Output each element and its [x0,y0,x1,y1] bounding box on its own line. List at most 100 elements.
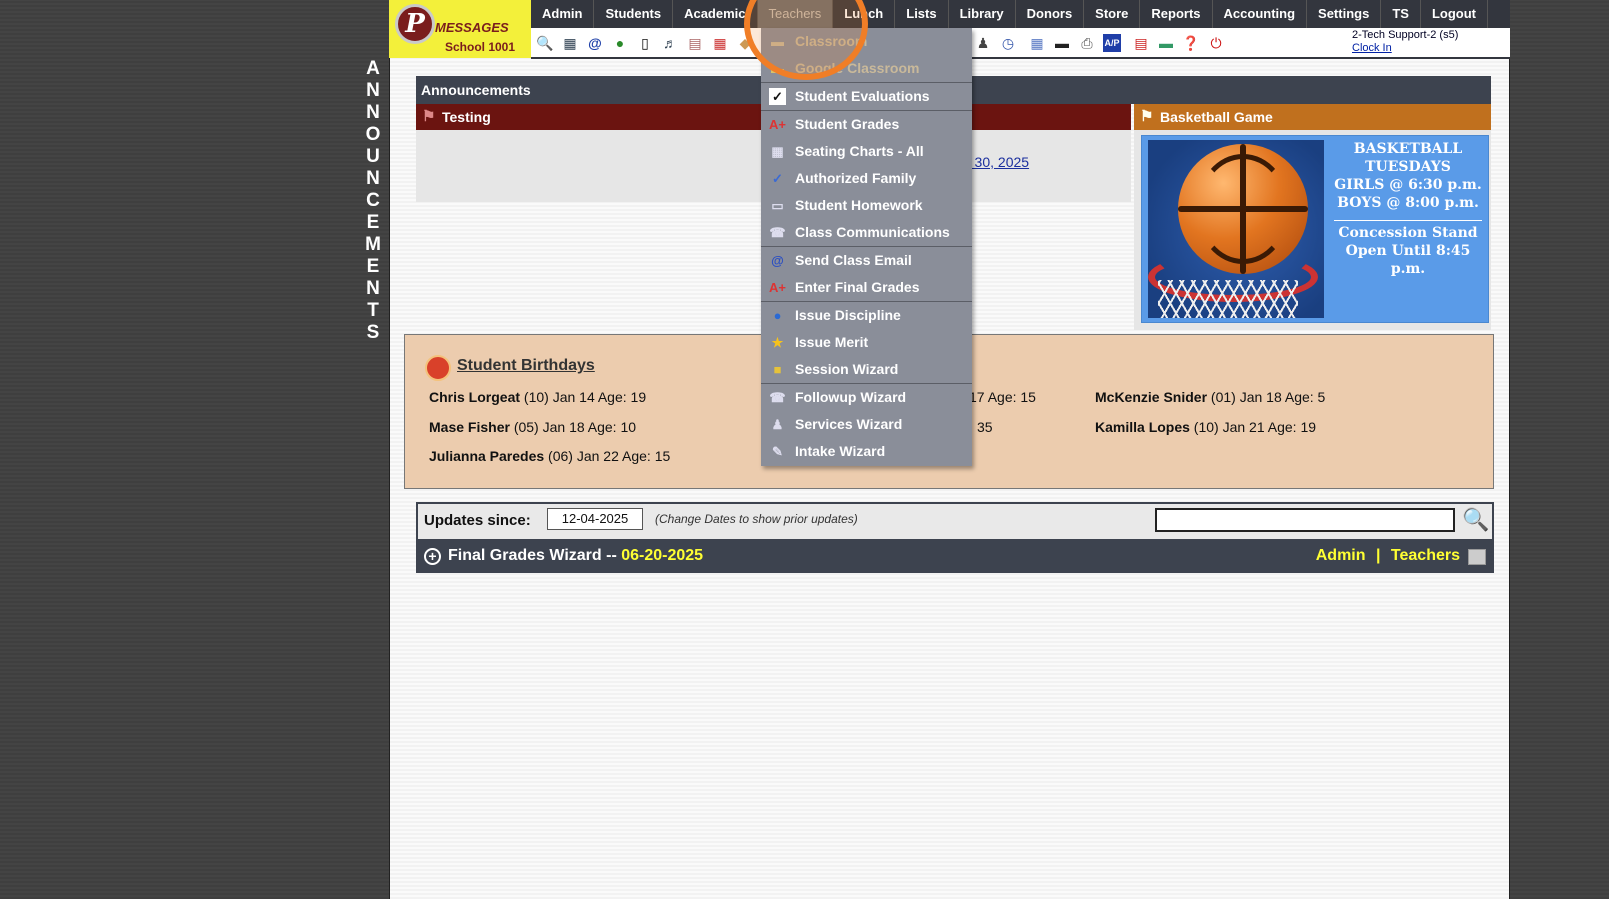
menu-item-class-communications[interactable]: ☎ Class Communications [761,219,972,246]
link-divider: | [1375,547,1381,564]
menu-item-enter-final-grades[interactable]: A+ Enter Final Grades [761,274,972,301]
grade-a-plus-icon: A+ [769,117,786,132]
print-icon[interactable] [1468,549,1486,565]
nav-ts[interactable]: TS [1381,0,1421,28]
expand-plus-icon[interactable]: + [424,548,441,565]
menu-item-session-wizard[interactable]: ■ Session Wizard [761,356,972,383]
vertical-letter: N [366,102,380,123]
menu-item-followup-wizard[interactable]: ☎ Followup Wizard [761,384,972,411]
checkbox-icon: ✓ [769,88,786,105]
menu-item-services-wizard[interactable]: ♟ Services Wizard [761,411,972,438]
birthdays-title[interactable]: Student Birthdays [457,357,595,375]
basketball-poster-text: BASKETBALL TUESDAYS GIRLS @ 6:30 p.m. BO… [1328,140,1488,278]
birthday-entry: 35 [977,419,993,435]
final-grades-title: Final Grades Wizard [448,547,602,564]
clock-in-link[interactable]: Clock In [1352,42,1458,55]
admin-link[interactable]: Admin [1316,547,1366,564]
birthday-entry: 17 Age: 15 [969,389,1036,405]
menu-item-student-evaluations[interactable]: ✓ Student Evaluations [761,83,972,110]
nav-admin[interactable]: Admin [531,0,595,28]
poster-line: Open Until 8:45 p.m. [1345,243,1471,277]
card-icon[interactable]: ▬ [1053,34,1071,52]
vertical-letter: S [366,322,380,343]
nav-logout[interactable]: Logout [1421,0,1488,28]
announcement-date-link[interactable]: r 30, 2025 [966,154,1029,170]
announcement-basketball-header: ⚑ Basketball Game [1134,104,1491,130]
menu-item-student-homework[interactable]: ▭ Student Homework [761,192,972,219]
clock-icon[interactable]: ◷ [999,34,1017,52]
calendar-grid-icon[interactable]: ▦ [561,34,579,52]
nav-donors[interactable]: Donors [1016,0,1085,28]
table-icon[interactable]: ▦ [1028,34,1046,52]
birthday-entry: Mase Fisher (05) Jan 18 Age: 10 [429,419,637,435]
final-grades-date: 06-20-2025 [621,547,704,564]
nav-students[interactable]: Students [594,0,674,28]
pdf-icon[interactable]: ▤ [1132,34,1150,52]
vertical-announcements-label: A N N O U N C E M E N T S [362,58,384,344]
printer-icon[interactable]: ⎙ [1078,34,1096,52]
teachers-dropdown-menu: ▬ Classroom ▬ Google Classroom ✓ Student Ev… [761,28,972,466]
search-icon[interactable]: 🔍 [1462,506,1490,534]
followup-icon: ☎ [769,390,786,405]
app-logo[interactable]: P MESSAGES School 1001 [389,0,531,58]
vertical-letter: N [366,168,380,189]
speaker-icon[interactable]: ♬ [661,34,679,52]
poster-line: BASKETBALL [1353,141,1463,157]
updates-search-input[interactable] [1155,508,1455,532]
help-icon[interactable]: ❓ [1182,34,1200,52]
nav-store[interactable]: Store [1084,0,1141,28]
poster-line: TUESDAYS [1365,159,1451,175]
teachers-link[interactable]: Teachers [1391,547,1460,564]
basketball-poster: BASKETBALL TUESDAYS GIRLS @ 6:30 p.m. BO… [1141,135,1489,323]
separator: -- [601,547,622,564]
birthday-cake-icon [425,355,451,381]
nav-settings[interactable]: Settings [1307,0,1382,28]
mobile-icon[interactable]: ▯ [636,34,654,52]
birthday-entry: Chris Lorgeat (10) Jan 14 Age: 19 [429,389,647,405]
birthday-entry: Kamilla Lopes (10) Jan 21 Age: 19 [1095,419,1317,435]
vertical-letter: E [366,212,380,233]
user-info: 2-Tech Support-2 (s5) Clock In [1352,29,1458,55]
menu-item-intake-wizard[interactable]: ✎ Intake Wizard [761,438,972,465]
ap-icon[interactable]: A/P [1103,34,1121,52]
logo-title: MESSAGES [435,20,509,35]
updates-bar: Updates since: 12-04-2025 (Change Dates … [416,502,1494,539]
menu-item-issue-merit[interactable]: ★ Issue Merit [761,329,972,356]
person-icon[interactable]: ♟ [974,34,992,52]
school-name: School 1001 [445,40,516,54]
date-icon[interactable]: ▦ [711,34,729,52]
menu-item-seating-charts[interactable]: ▦ Seating Charts - All [761,138,972,165]
menu-item-authorized-family[interactable]: ✓ Authorized Family [761,165,972,192]
menu-item-student-grades[interactable]: A+ Student Grades [761,111,972,138]
updates-label: Updates since: [424,512,531,529]
nav-reports[interactable]: Reports [1140,0,1213,28]
final-grades-wizard-bar[interactable]: + Final Grades Wizard -- 06-20-2025 Admi… [416,539,1494,573]
poster-line: Concession Stand [1338,225,1478,241]
nav-lists[interactable]: Lists [895,0,949,28]
announcement-icon: ⚑ [422,108,436,125]
search-icon[interactable]: 🔍 [536,34,554,52]
menu-item-send-class-email[interactable]: @ Send Class Email [761,247,972,274]
user-name: 2-Tech Support-2 (s5) [1352,29,1459,41]
email-at-icon[interactable]: @ [586,34,604,52]
updates-date-input[interactable]: 12-04-2025 [547,508,643,530]
nav-accounting[interactable]: Accounting [1213,0,1308,28]
basketball-net [1158,280,1298,318]
book-icon: ▭ [771,198,784,213]
birthday-entry: Julianna Paredes (06) Jan 22 Age: 15 [429,448,671,464]
nav-library[interactable]: Library [949,0,1016,28]
vertical-letter: O [365,124,381,145]
seating-grid-icon: ▦ [771,144,784,159]
top-navigation: Admin Students Academic Teachers Lunch L… [531,0,1510,28]
menu-item-issue-discipline[interactable]: ● Issue Discipline [761,302,972,329]
updates-note: (Change Dates to show prior updates) [655,512,858,526]
merit-star-icon: ★ [771,335,784,350]
chat-icon[interactable]: ● [611,34,629,52]
money-icon[interactable]: ▬ [1157,34,1175,52]
audience-links: Admin | Teachers [1316,539,1460,573]
power-icon[interactable]: ⏻ [1207,34,1225,52]
form-icon[interactable]: ▤ [686,34,704,52]
vertical-letter: U [366,146,380,167]
vertical-letter: T [367,300,379,321]
birthday-entry: McKenzie Snider (01) Jan 18 Age: 5 [1095,389,1326,405]
